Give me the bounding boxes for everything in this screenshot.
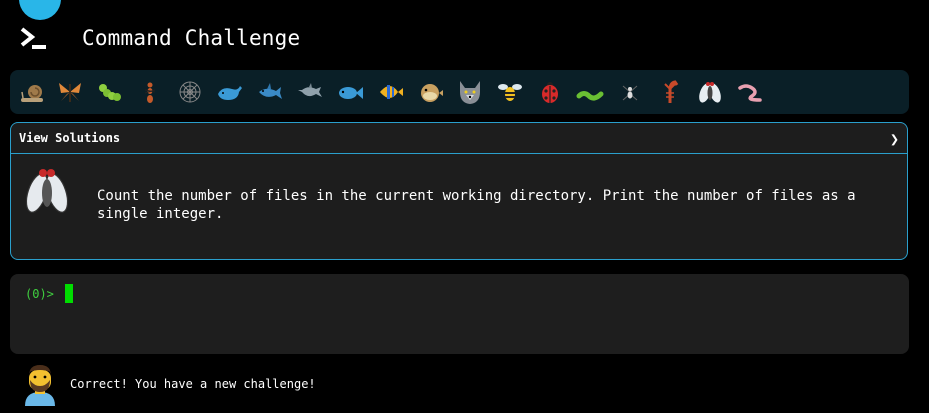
- shark-icon[interactable]: [256, 78, 284, 106]
- blowfish-icon[interactable]: [416, 78, 444, 106]
- bee-icon[interactable]: [496, 78, 524, 106]
- terminal-cursor: [65, 284, 73, 303]
- challenge-panel: View Solutions ❯ Count the number of fil…: [10, 122, 908, 260]
- ant-icon[interactable]: [136, 78, 164, 106]
- dolphin-icon[interactable]: [296, 78, 324, 106]
- chevron-right-icon[interactable]: ❯: [890, 130, 899, 148]
- tropical-fish-icon[interactable]: [376, 78, 404, 106]
- ladybug-icon[interactable]: [536, 78, 564, 106]
- terminal-input[interactable]: (0)>: [10, 274, 909, 354]
- caterpillar-icon[interactable]: [96, 78, 124, 106]
- spider-icon[interactable]: [616, 78, 644, 106]
- terminal-prompt-icon[interactable]: [20, 27, 50, 51]
- app-title: Command Challenge: [82, 26, 301, 50]
- worm-icon[interactable]: [576, 78, 604, 106]
- top-bar: Command Challenge: [0, 0, 929, 64]
- wolf-icon[interactable]: [456, 78, 484, 106]
- terminal-prompt: (0)>: [25, 287, 54, 301]
- fly-icon: [25, 169, 69, 213]
- status-message: Correct! You have a new challenge!: [70, 377, 316, 391]
- earthworm-icon[interactable]: [736, 78, 764, 106]
- top-arc-decoration: [19, 0, 61, 20]
- view-solutions-label[interactable]: View Solutions: [19, 131, 120, 145]
- butterfly-icon[interactable]: [56, 78, 84, 106]
- avatar: [25, 365, 55, 406]
- view-solutions-header[interactable]: View Solutions ❯: [11, 123, 907, 154]
- fly-icon[interactable]: [696, 78, 724, 106]
- challenge-description: Count the number of files in the current…: [97, 188, 856, 222]
- snail-icon[interactable]: [18, 78, 46, 106]
- whale-icon[interactable]: [216, 78, 244, 106]
- fish-icon[interactable]: [336, 78, 364, 106]
- spider-web-icon[interactable]: [176, 78, 204, 106]
- critter-bar: [10, 70, 909, 114]
- scorpion-icon[interactable]: [656, 78, 684, 106]
